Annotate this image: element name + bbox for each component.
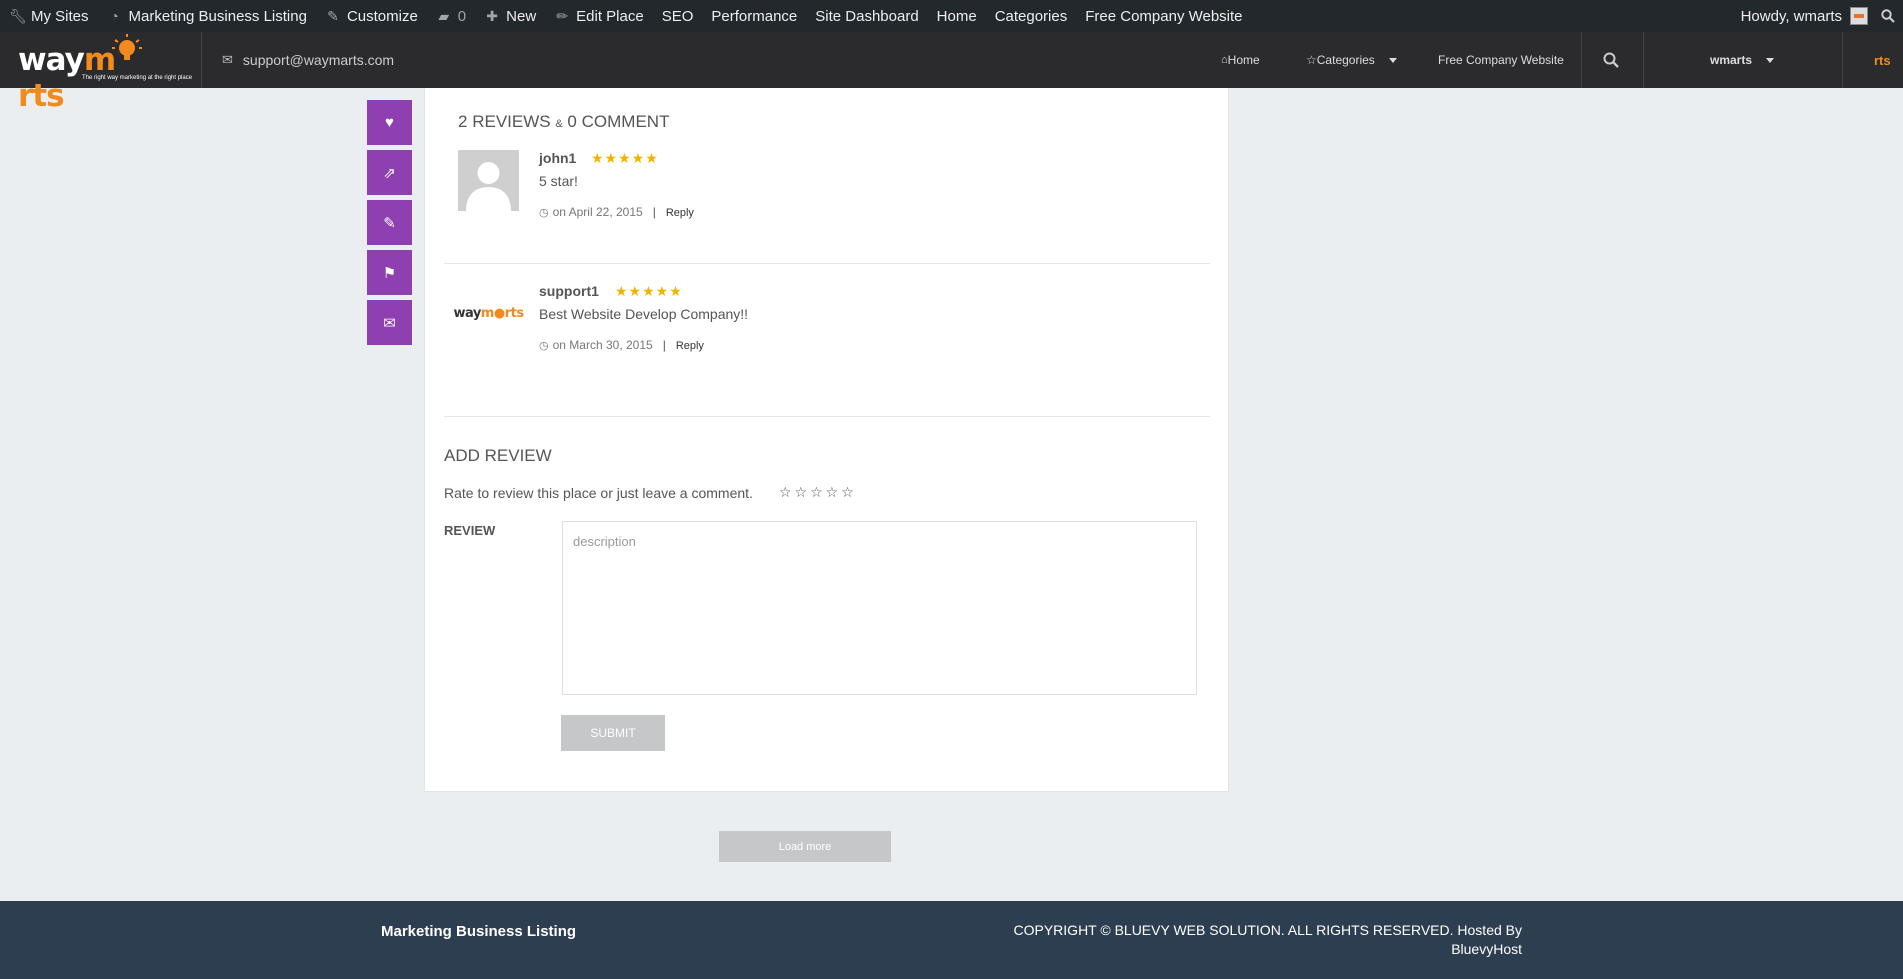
admin-edit-place[interactable]: ✏︎ Edit Place — [545, 0, 653, 32]
footer-brand[interactable]: Marketing Business Listing — [381, 923, 576, 940]
flag-icon: ⚑ — [382, 264, 397, 282]
site-footer: Marketing Business Listing COPYRIGHT © B… — [0, 901, 1903, 979]
header-divider — [1842, 32, 1843, 88]
review-date: on April 22, 2015 — [552, 205, 643, 219]
review-text: 5 star! — [539, 173, 578, 189]
divider — [444, 263, 1210, 264]
header-search-button[interactable] — [1603, 32, 1619, 88]
dashboard-icon: ◔ — [110, 8, 119, 24]
review-meta: ◷ on March 30, 2015 | Reply — [539, 338, 704, 352]
heart-icon: ♥ — [385, 114, 394, 131]
admin-free-company-website[interactable]: Free Company Website — [1076, 0, 1251, 32]
rate-prompt: Rate to review this place or just leave … — [444, 485, 753, 501]
review-meta: ◷ on April 22, 2015 | Reply — [539, 205, 694, 219]
header-email[interactable]: ✉ support@waymarts.com — [222, 32, 394, 88]
search-icon — [1603, 52, 1619, 68]
admin-my-sites[interactable]: 🔧︎ My Sites — [0, 0, 98, 32]
message-button[interactable]: ✉ — [367, 300, 412, 345]
review-label: REVIEW — [444, 523, 496, 538]
admin-bar: 🔧︎ My Sites ◔ Marketing Business Listing ✎… — [0, 0, 1903, 32]
brush-icon: ✎ — [327, 7, 339, 24]
pencil-icon: ✏︎ — [556, 7, 569, 24]
nav-home[interactable]: ⌂ Home — [1221, 32, 1260, 88]
search-icon — [1881, 9, 1895, 23]
header-divider — [1581, 32, 1582, 88]
rating-stars: ★★★★★ — [591, 150, 659, 166]
envelope-icon: ✉ — [383, 314, 396, 332]
chevron-down-icon — [1766, 57, 1775, 63]
rating-stars: ★★★★★ — [615, 283, 683, 299]
site-header: waymrts The right way marketing at the r… — [0, 32, 1903, 114]
hosted-by-link[interactable]: BluevyHost — [1002, 940, 1522, 959]
star-outline-icon: ☆ — [1306, 53, 1317, 67]
lightbulb-icon — [112, 34, 142, 60]
admin-site-name[interactable]: ◔ Marketing Business Listing — [98, 0, 316, 32]
site-logo[interactable]: waymrts The right way marketing at the r… — [18, 34, 192, 114]
pencil-icon: ✎ — [383, 214, 396, 232]
nav-free-company-website[interactable]: Free Company Website — [1438, 32, 1564, 88]
review-date: on March 30, 2015 — [552, 338, 653, 352]
admin-site-dashboard[interactable]: Site Dashboard — [806, 0, 927, 32]
mini-logo: rts — [1874, 52, 1891, 68]
admin-categories[interactable]: Categories — [986, 0, 1077, 32]
edit-button[interactable]: ✎ — [367, 200, 412, 245]
header-divider — [1643, 32, 1644, 88]
avatar — [458, 150, 519, 211]
share-button[interactable]: ⇗ — [367, 150, 412, 195]
divider — [444, 416, 1210, 417]
admin-customize[interactable]: ✎ Customize — [316, 0, 427, 32]
review-author[interactable]: support1 — [539, 283, 599, 299]
user-menu[interactable]: wmarts — [1710, 32, 1775, 88]
admin-seo[interactable]: SEO — [653, 0, 703, 32]
reply-link[interactable]: Reply — [676, 340, 704, 352]
chevron-down-icon — [1388, 57, 1397, 63]
reviews-heading: 2 REVIEWS & 0 COMMENT — [458, 112, 670, 131]
home-icon: ⌂ — [1221, 54, 1228, 66]
nav-categories[interactable]: ☆ Categories — [1306, 32, 1397, 88]
admin-comments[interactable]: ▰ 0 — [427, 0, 475, 32]
admin-new[interactable]: ✚ New — [475, 0, 545, 32]
avatar — [1850, 7, 1868, 25]
favorite-button[interactable]: ♥ — [367, 100, 412, 145]
comment-icon: ▰ — [438, 7, 450, 24]
plus-icon: ✚ — [486, 7, 498, 24]
wrench-icon: 🔧︎ — [9, 7, 27, 24]
envelope-icon: ✉ — [222, 52, 233, 67]
admin-howdy[interactable]: Howdy, wmarts — [1732, 0, 1877, 32]
clock-icon: ◷ — [539, 340, 549, 352]
submit-button[interactable]: SUBMIT — [561, 715, 665, 751]
admin-home[interactable]: Home — [928, 0, 986, 32]
share-icon: ⇗ — [383, 164, 396, 182]
avatar: way m ● rts — [453, 306, 524, 321]
rating-input-stars[interactable]: ☆☆☆☆☆ — [779, 484, 857, 501]
footer-copyright: COPYRIGHT © BLUEVY WEB SOLUTION. ALL RIG… — [1002, 921, 1523, 959]
load-more-button[interactable]: Load more — [719, 831, 891, 862]
header-divider — [201, 32, 202, 88]
reply-link[interactable]: Reply — [666, 207, 694, 219]
clock-icon: ◷ — [539, 207, 549, 219]
admin-search-icon[interactable] — [1877, 0, 1903, 32]
report-button[interactable]: ⚑ — [367, 250, 412, 295]
review-author[interactable]: john1 — [539, 150, 576, 166]
add-review-heading: ADD REVIEW — [444, 446, 552, 465]
review-text: Best Website Develop Company!! — [539, 306, 749, 322]
admin-performance[interactable]: Performance — [702, 0, 806, 32]
review-description-field[interactable] — [562, 521, 1197, 695]
